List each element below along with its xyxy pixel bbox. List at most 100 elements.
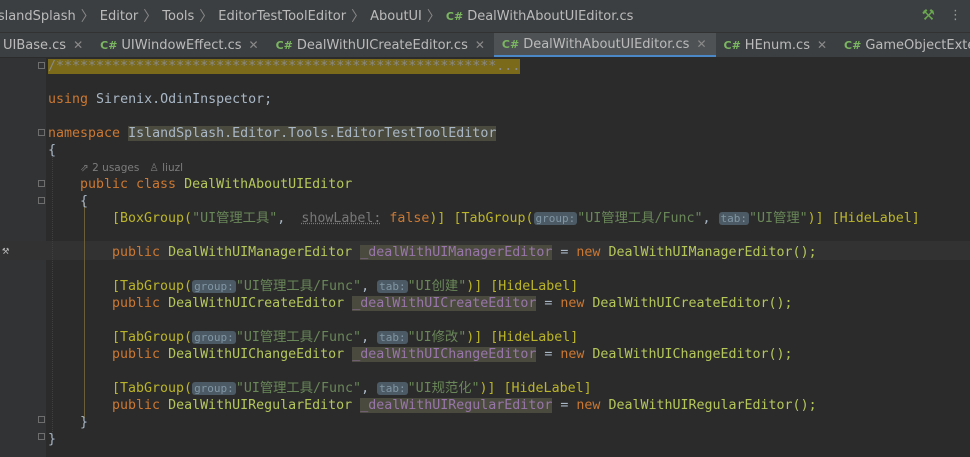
- string-literal: "UI创建": [407, 279, 467, 294]
- usages-icon: ⇗: [80, 162, 89, 174]
- breadcrumb-item-editor[interactable]: Editor: [100, 9, 138, 24]
- brace: }: [48, 432, 57, 447]
- keyword: namespace: [48, 126, 121, 141]
- code-line-field-manager: public DealWithUIManagerEditor _dealWith…: [112, 244, 817, 261]
- chevron-right-icon: 〉: [199, 9, 214, 25]
- close-icon[interactable]: ✕: [696, 37, 706, 51]
- keyword: new: [560, 347, 585, 362]
- attribute: )] [HideLabel]: [807, 211, 920, 226]
- param-hint: group:: [192, 382, 236, 395]
- breadcrumb-item-file[interactable]: C# DealWithAboutUIEditor.cs: [446, 9, 634, 24]
- csharp-file-icon: C#: [723, 38, 741, 52]
- hammer-icon[interactable]: ⚒: [922, 6, 935, 24]
- breadcrumb: IslandSplash 〉 Editor 〉 Tools 〉 EditorTe…: [0, 0, 970, 33]
- punctuation: ,: [361, 279, 370, 294]
- breadcrumb-label: EditorTestToolEditor: [218, 8, 347, 24]
- attribute: [TabGroup(: [112, 330, 193, 345]
- close-icon[interactable]: ✕: [73, 38, 83, 52]
- tab-uibase[interactable]: UIBase.cs ✕: [0, 33, 92, 57]
- csharp-file-icon: C#: [501, 37, 520, 51]
- breadcrumb-item-aboutui[interactable]: AboutUI: [370, 9, 422, 24]
- user-icon: ♙: [149, 162, 159, 174]
- usages-count[interactable]: 2 usages: [92, 162, 139, 174]
- keyword: new: [560, 296, 585, 311]
- param-hint: tab:: [718, 212, 750, 225]
- operator: =: [560, 245, 569, 260]
- constructor-call: DealWithUICreateEditor();: [592, 296, 793, 311]
- tab-label: DealWithAboutUIEditor.cs: [523, 36, 690, 52]
- chevron-right-icon: 〉: [426, 9, 441, 25]
- fold-marker-icon[interactable]: [38, 129, 45, 136]
- string-literal: "UI管理工具/Func": [577, 211, 703, 226]
- csharp-file-icon: C#: [100, 38, 118, 52]
- breadcrumb-item-tools[interactable]: Tools: [162, 9, 194, 24]
- attribute: [BoxGroup(: [112, 211, 193, 226]
- close-icon[interactable]: ✕: [249, 38, 259, 52]
- attribute: [TabGroup(: [112, 381, 193, 396]
- chevron-right-icon: 〉: [351, 9, 366, 25]
- param-hint: group:: [192, 280, 236, 293]
- fold-marker-icon[interactable]: [38, 180, 45, 187]
- breadcrumb-label: IslandSplash: [0, 8, 76, 24]
- namespace-name: IslandSplash.Editor.Tools.EditorTestTool…: [128, 126, 497, 141]
- author-name: liuzl: [162, 162, 184, 174]
- fold-marker-icon[interactable]: [38, 433, 45, 440]
- breadcrumb-item-islandsplash[interactable]: IslandSplash: [0, 9, 76, 24]
- field-name: _dealWithUICreateEditor: [352, 296, 537, 311]
- csharp-file-icon: C#: [445, 9, 464, 23]
- close-icon[interactable]: ✕: [475, 38, 485, 52]
- code-line-brace: }: [48, 431, 56, 448]
- code-vision[interactable]: ⇗ 2 usages ♙ liuzl: [80, 161, 183, 175]
- csharp-file-icon: C#: [275, 38, 293, 52]
- attribute: [TabGroup(: [112, 279, 193, 294]
- constructor-call: DealWithUIChangeEditor();: [592, 347, 793, 362]
- tab-label: HEnum.cs: [744, 37, 810, 53]
- chevron-right-icon: 〉: [80, 9, 95, 25]
- punctuation: ,: [361, 381, 370, 396]
- tab-gameobjectextension[interactable]: C#GameObjectExtension.cs✕: [836, 33, 970, 57]
- fold-marker-icon[interactable]: [38, 62, 45, 69]
- fold-marker-icon[interactable]: [38, 197, 45, 204]
- code-editor[interactable]: ⚒ /*************************************…: [0, 58, 970, 457]
- close-icon[interactable]: ✕: [817, 38, 827, 52]
- tab-label: UIBase.cs: [3, 37, 67, 53]
- keyword: public: [112, 398, 161, 413]
- tab-uiwindoweffect[interactable]: C# UIWindowEffect.cs ✕: [92, 33, 267, 57]
- punctuation: ,: [702, 211, 711, 226]
- brace: }: [80, 415, 89, 430]
- breadcrumb-label: DealWithAboutUIEditor.cs: [467, 8, 634, 24]
- namespace-name: Sirenix.OdinInspector;: [96, 92, 273, 107]
- string-literal: "UI管理工具/Func": [235, 279, 362, 294]
- code-line-attributes: [BoxGroup("UI管理工具", showLabel: false)] […: [112, 210, 920, 227]
- keyword: new: [576, 245, 601, 260]
- param-hint: group:: [192, 331, 236, 344]
- type-name: DealWithUIManagerEditor: [168, 245, 353, 260]
- punctuation: ,: [277, 211, 286, 226]
- breadcrumb-item-editortesttooleditor[interactable]: EditorTestToolEditor: [218, 9, 346, 24]
- param-hint: group:: [533, 212, 578, 225]
- constructor-call: DealWithUIRegularEditor();: [608, 398, 817, 413]
- more-icon[interactable]: ⋮: [949, 8, 962, 23]
- code-line-1: /***************************************…: [48, 58, 521, 75]
- breadcrumb-label: Editor: [99, 8, 139, 24]
- constructor-call: DealWithUIManagerEditor();: [608, 245, 817, 260]
- code-line-brace: }: [80, 414, 88, 431]
- fold-marker-icon[interactable]: [38, 416, 45, 423]
- tab-dealwithaboutuieditor[interactable]: C# DealWithAboutUIEditor.cs ✕: [493, 33, 716, 57]
- tab-dealwithuicreateeditor[interactable]: C# DealWithUICreateEditor.cs ✕: [268, 33, 494, 57]
- tab-label: DealWithUICreateEditor.cs: [296, 37, 468, 53]
- string-literal: "UI管理": [749, 211, 808, 226]
- chevron-right-icon: 〉: [143, 9, 158, 25]
- keyword: public class: [80, 177, 177, 192]
- code-line-brace: {: [48, 142, 56, 159]
- keyword: new: [576, 398, 601, 413]
- code-line-field-regular: public DealWithUIRegularEditor _dealWith…: [112, 397, 817, 414]
- keyword: public: [112, 296, 161, 311]
- code-line-attributes: [TabGroup(group: "UI管理工具/Func", tab: "UI规范…: [112, 380, 592, 397]
- code-line-brace: {: [80, 193, 88, 210]
- operator: =: [544, 347, 553, 362]
- param-name: showLabel:: [301, 211, 382, 226]
- operator: =: [544, 296, 553, 311]
- hammer-gutter-icon[interactable]: ⚒: [2, 243, 9, 257]
- tab-henum[interactable]: C# HEnum.cs ✕: [716, 33, 837, 57]
